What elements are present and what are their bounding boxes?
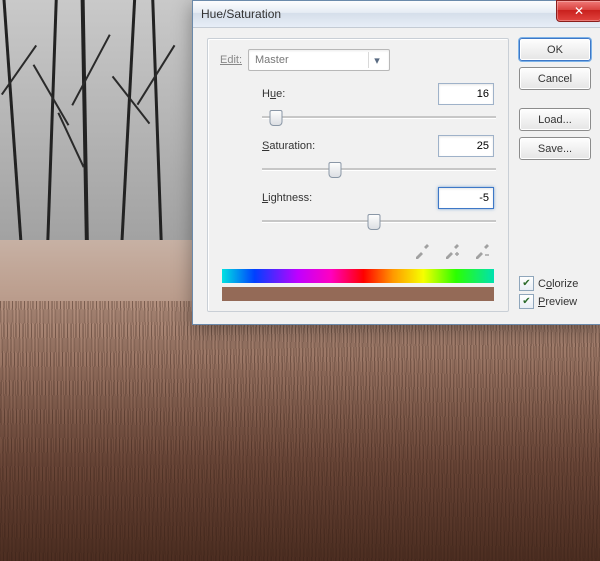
lightness-param: Lightness: xyxy=(220,187,496,231)
hue-input[interactable] xyxy=(438,83,494,105)
slider-track xyxy=(262,116,496,119)
ok-button[interactable]: OK xyxy=(519,38,591,61)
hue-label: Hue: xyxy=(262,88,352,100)
hue-param: Hue: xyxy=(220,83,496,127)
dialog-body: Edit: Master ▾ Hue: xyxy=(193,28,600,324)
edit-dropdown-value: Master xyxy=(255,54,289,66)
eyedropper-plus-icon[interactable] xyxy=(442,241,462,261)
slider-thumb[interactable] xyxy=(368,214,381,230)
eyedropper-minus-icon[interactable] xyxy=(472,241,492,261)
chevron-down-icon: ▾ xyxy=(368,52,385,68)
side-buttons: OK Cancel Load... Save... ✔ Colorize ✔ P… xyxy=(519,38,591,312)
grass-texture xyxy=(0,301,600,561)
colorize-checkbox[interactable]: ✔ Colorize xyxy=(519,276,591,291)
slider-thumb[interactable] xyxy=(328,162,341,178)
eyedropper-icon[interactable] xyxy=(412,241,432,261)
saturation-param: Saturation: xyxy=(220,135,496,179)
saturation-input[interactable] xyxy=(438,135,494,157)
lightness-input[interactable] xyxy=(438,187,494,209)
hue-slider[interactable] xyxy=(262,107,496,127)
dialog-title: Hue/Saturation xyxy=(201,7,281,21)
cancel-button[interactable]: Cancel xyxy=(519,67,591,90)
checkbox-group: ✔ Colorize ✔ Preview xyxy=(519,209,591,312)
slider-track xyxy=(262,168,496,171)
checkbox-icon: ✔ xyxy=(519,294,534,309)
preview-checkbox[interactable]: ✔ Preview xyxy=(519,294,591,309)
close-button[interactable]: ✕ xyxy=(556,0,600,22)
checkbox-icon: ✔ xyxy=(519,276,534,291)
hue-spectrum-bar xyxy=(222,269,494,283)
save-button[interactable]: Save... xyxy=(519,137,591,160)
lightness-label: Lightness: xyxy=(262,192,352,204)
result-color-bar xyxy=(222,287,494,301)
controls-panel: Edit: Master ▾ Hue: xyxy=(207,38,509,312)
eyedropper-tools xyxy=(220,239,496,261)
dialog-titlebar[interactable]: Hue/Saturation ✕ xyxy=(193,1,600,28)
close-x-icon: ✕ xyxy=(574,4,584,18)
preview-label: Preview xyxy=(538,296,577,308)
background-image-trees xyxy=(0,0,200,240)
saturation-label: Saturation: xyxy=(262,140,352,152)
slider-thumb[interactable] xyxy=(270,110,283,126)
edit-dropdown[interactable]: Master ▾ xyxy=(248,49,390,71)
saturation-slider[interactable] xyxy=(262,159,496,179)
edit-label: Edit: xyxy=(220,54,242,66)
photoshop-canvas: 思缘设计论坛 WWW.MISSYUAN.COM Hue/Saturation ✕… xyxy=(0,0,600,561)
lightness-slider[interactable] xyxy=(262,211,496,231)
colorize-label: Colorize xyxy=(538,278,578,290)
load-button[interactable]: Load... xyxy=(519,108,591,131)
hue-saturation-dialog: Hue/Saturation ✕ Edit: Master ▾ Hue: xyxy=(192,0,600,325)
edit-row: Edit: Master ▾ xyxy=(220,49,496,71)
